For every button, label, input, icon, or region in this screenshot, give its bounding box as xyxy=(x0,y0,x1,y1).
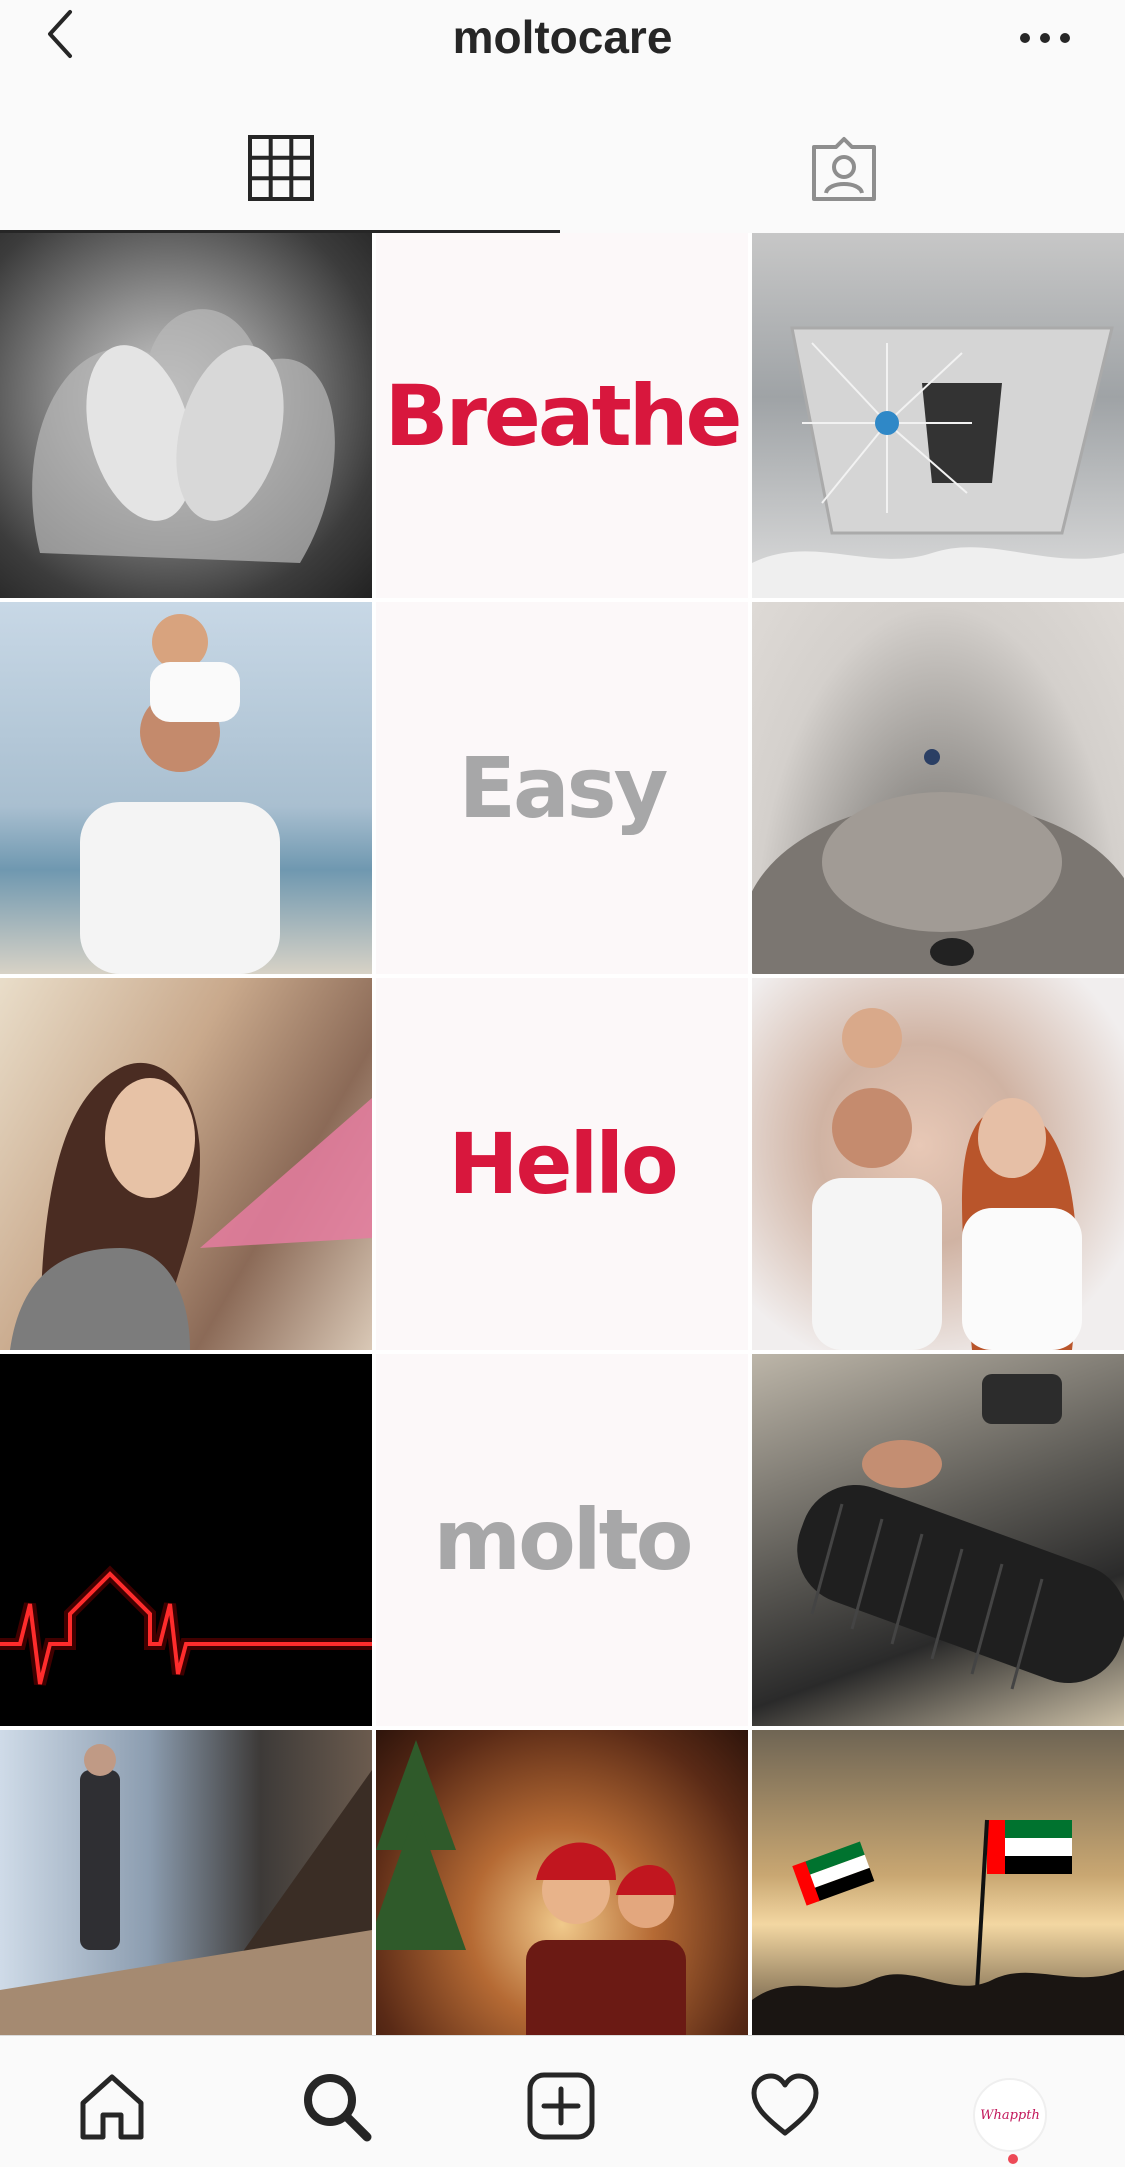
tagged-user-icon xyxy=(812,137,876,201)
post-caption-hello: Hello xyxy=(448,1115,679,1213)
post-thumbnail[interactable]: Hello xyxy=(376,978,748,1350)
nav-home-button[interactable] xyxy=(72,2066,152,2146)
post-thumbnail[interactable] xyxy=(0,1354,372,1726)
profile-tabs xyxy=(0,105,1125,235)
post-thumbnail[interactable] xyxy=(752,978,1124,1350)
post-thumbnail[interactable] xyxy=(0,978,372,1350)
more-options-button[interactable] xyxy=(1015,18,1075,58)
air-duct-photo xyxy=(752,326,1124,598)
post-thumbnail[interactable] xyxy=(752,1730,1124,2054)
post-thumbnail[interactable]: Breathe xyxy=(376,233,748,598)
post-thumbnail[interactable]: Easy xyxy=(376,602,748,974)
nav-add-button[interactable] xyxy=(521,2066,601,2146)
tab-grid[interactable] xyxy=(0,105,562,233)
post-thumbnail[interactable] xyxy=(752,602,1124,974)
christmas-family-photo xyxy=(376,1740,686,2054)
woman-with-fan-photo xyxy=(10,1062,372,1350)
sleeping-dog-photo xyxy=(752,749,1124,974)
profile-avatar-logo: Whappth xyxy=(980,2107,1040,2123)
post-grid: Breathe Easy Hello molto xyxy=(0,233,1125,2054)
nav-activity-button[interactable] xyxy=(745,2066,825,2146)
post-thumbnail[interactable] xyxy=(752,1354,1124,1726)
post-caption-easy: Easy xyxy=(458,739,669,837)
post-thumbnail[interactable] xyxy=(0,1730,372,2054)
post-thumbnail[interactable] xyxy=(376,1730,748,2054)
more-horizontal-icon xyxy=(1020,33,1070,43)
tab-tagged[interactable] xyxy=(563,105,1125,233)
notification-dot xyxy=(1008,2154,1018,2164)
heartbeat-house-photo xyxy=(0,1565,372,1686)
post-caption-breathe: Breathe xyxy=(384,366,742,465)
search-icon xyxy=(304,2074,372,2142)
meeting-room-photo xyxy=(0,1744,372,2054)
add-post-icon xyxy=(527,2072,595,2140)
bottom-navigation: Whappth xyxy=(0,2035,1125,2167)
beach-father-daughter-photo xyxy=(80,614,280,974)
post-thumbnail[interactable] xyxy=(752,233,1124,598)
post-thumbnail[interactable] xyxy=(0,233,372,598)
profile-header: moltocare xyxy=(0,0,1125,80)
uae-flags-photo xyxy=(752,1819,1124,2054)
baby-feet-photo xyxy=(32,309,335,563)
nav-search-button[interactable] xyxy=(296,2066,376,2146)
post-thumbnail[interactable] xyxy=(0,602,372,974)
profile-username: moltocare xyxy=(452,11,673,63)
home-icon xyxy=(80,2074,144,2140)
pressure-washing-photo xyxy=(797,1374,1124,1690)
heart-icon xyxy=(751,2073,819,2136)
post-caption-molto: molto xyxy=(433,1491,694,1589)
happy-family-photo xyxy=(812,1008,1082,1350)
grid-icon xyxy=(248,135,314,201)
post-thumbnail[interactable]: molto xyxy=(376,1354,748,1726)
nav-profile-avatar[interactable]: Whappth xyxy=(973,2078,1047,2152)
